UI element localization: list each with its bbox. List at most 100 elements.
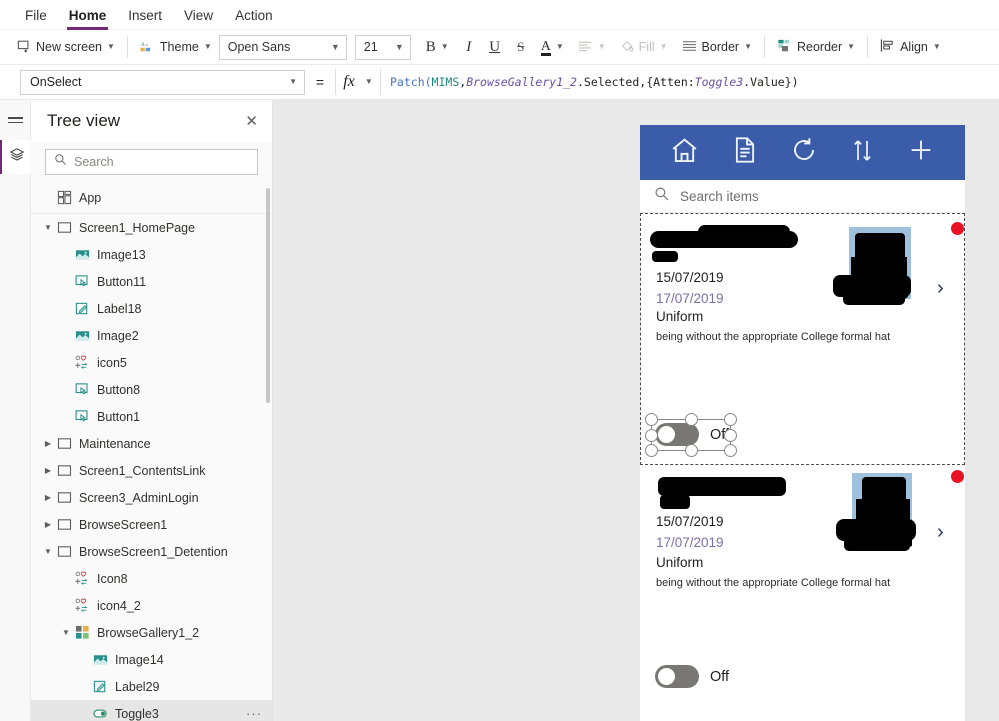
align-objects-label: Align: [900, 40, 928, 54]
tree-item-icon8[interactable]: Icon8: [31, 565, 272, 592]
menu-item-file[interactable]: File: [14, 4, 58, 26]
theme-label: Theme: [159, 40, 199, 54]
tree-item-label: Button8: [97, 382, 141, 397]
tree-item-label: Toggle3: [115, 706, 159, 721]
font-color-button[interactable]: A ▼: [534, 34, 571, 60]
formula-input[interactable]: Patch(MIMS, BrowseGallery1_2 .Selected,{At…: [381, 70, 993, 95]
chevron-right-icon[interactable]: ›: [937, 278, 944, 298]
gallery-item[interactable]: 15/07/2019 17/07/2019 Uniform being with…: [640, 465, 965, 717]
underline-button[interactable]: U: [482, 34, 508, 60]
tree-item-label: Label18: [97, 301, 142, 316]
tree-item-browsescreen1-detention[interactable]: ▼ BrowseScreen1_Detention: [31, 538, 272, 565]
redaction-mark: [843, 289, 905, 305]
toggle-track[interactable]: [655, 665, 699, 688]
chevron-down-icon[interactable]: ▼: [59, 628, 73, 637]
resize-handle-sw[interactable]: [645, 444, 658, 457]
refresh-icon[interactable]: [789, 135, 819, 170]
gallery-item[interactable]: 15/07/2019 17/07/2019 Uniform being with…: [640, 213, 965, 465]
resize-handle-ne[interactable]: [724, 413, 737, 426]
fx-button[interactable]: fx ▼: [335, 69, 381, 95]
tree-view-scrollbar[interactable]: [266, 188, 270, 403]
gallery-date-created: 15/07/2019: [656, 270, 724, 285]
tree-item-toggle3[interactable]: Toggle3 ···: [31, 700, 272, 721]
reorder-button[interactable]: Reorder ▼: [770, 34, 862, 60]
formula-token: Toggle3: [694, 75, 744, 89]
tree-item-image13[interactable]: Image13: [31, 241, 272, 268]
tree-item-maintenance[interactable]: ▶ Maintenance: [31, 430, 272, 457]
font-family-select[interactable]: Open Sans ▼: [218, 34, 347, 60]
tree-item-label: BrowseScreen1_Detention: [79, 544, 228, 559]
screen-icon: [55, 220, 73, 235]
tree-item-label18[interactable]: Label18: [31, 295, 272, 322]
gallery-toggle[interactable]: Off: [655, 665, 729, 688]
property-select[interactable]: OnSelect ▼: [20, 69, 305, 95]
underline-icon: U: [489, 38, 501, 55]
close-icon[interactable]: ✕: [245, 114, 258, 129]
tree-item-app[interactable]: App: [31, 184, 272, 211]
tree-view-rail-tab[interactable]: [0, 140, 31, 174]
home-icon[interactable]: [669, 135, 700, 171]
add-icon[interactable]: [906, 135, 936, 170]
new-screen-button[interactable]: New screen ▼: [10, 34, 122, 60]
italic-button[interactable]: I: [456, 34, 482, 60]
tree-item-browsegallery1-2[interactable]: ▼ BrowseGallery1_2: [31, 619, 272, 646]
icon-icon: [73, 571, 91, 586]
resize-handle-e[interactable]: [724, 428, 737, 442]
tree-item-screen1-homepage[interactable]: ▼ Screen1_HomePage: [31, 214, 272, 241]
layers-icon: [9, 147, 25, 168]
chevron-down-icon: ▼: [364, 77, 373, 86]
chevron-down-icon[interactable]: ▼: [41, 547, 55, 556]
bold-button[interactable]: B ▼: [419, 34, 456, 60]
tree-item-icon5[interactable]: icon5: [31, 349, 272, 376]
chevron-right-icon[interactable]: ▶: [41, 520, 55, 529]
tree-item-button11[interactable]: Button11: [31, 268, 272, 295]
menu-item-action[interactable]: Action: [224, 4, 284, 26]
screen-icon: [55, 517, 73, 532]
tree-item-button8[interactable]: Button8: [31, 376, 272, 403]
align-text-icon: [578, 40, 593, 55]
toggle-track[interactable]: [655, 423, 699, 446]
tree-item-icon4-2[interactable]: icon4_2: [31, 592, 272, 619]
menu-item-home[interactable]: Home: [58, 4, 118, 30]
theme-button[interactable]: A a Theme ▼: [133, 34, 219, 60]
border-button[interactable]: Border ▼: [675, 34, 759, 60]
tree-item-browsescreen1[interactable]: ▶ BrowseScreen1: [31, 511, 272, 538]
menu-item-view[interactable]: View: [173, 4, 224, 26]
tree-item-screen1-contentslink[interactable]: ▶ Screen1_ContentsLink: [31, 457, 272, 484]
tree-item-button1[interactable]: Button1: [31, 403, 272, 430]
font-size-select[interactable]: 21 ▼: [354, 34, 411, 60]
chevron-right-icon[interactable]: ▶: [41, 439, 55, 448]
chevron-down-icon[interactable]: ▼: [41, 223, 55, 232]
chevron-right-icon[interactable]: ▶: [41, 466, 55, 475]
chevron-right-icon[interactable]: ›: [937, 522, 944, 542]
resize-handle-se[interactable]: [724, 444, 737, 457]
equals-sign: =: [315, 74, 325, 90]
align-text-button[interactable]: ▼: [571, 34, 613, 60]
sort-icon[interactable]: [849, 136, 876, 170]
menu-toggle-button[interactable]: [0, 100, 31, 140]
tree-item-image2[interactable]: Image2: [31, 322, 272, 349]
strikethrough-button[interactable]: S: [508, 34, 534, 60]
tree-view-list[interactable]: App ▼ Screen1_HomePage Image13 Button11 Label…: [31, 184, 272, 721]
tree-item-screen3-adminlogin[interactable]: ▶ Screen3_AdminLogin: [31, 484, 272, 511]
gallery-toggle[interactable]: Off: [655, 423, 729, 446]
fill-button[interactable]: Fill ▼: [613, 34, 675, 60]
resize-handle-w[interactable]: [645, 428, 658, 442]
tree-item-label29[interactable]: Label29: [31, 673, 272, 700]
menu-item-insert[interactable]: Insert: [117, 4, 173, 26]
tree-search-wrap: Search: [31, 142, 272, 184]
resize-handle-nw[interactable]: [645, 413, 658, 426]
document-icon[interactable]: [730, 135, 760, 170]
resize-handle-n[interactable]: [684, 413, 698, 426]
align-objects-button[interactable]: Align ▼: [873, 34, 948, 60]
tree-item-label: BrowseGallery1_2: [97, 625, 200, 640]
chevron-down-icon: ▼: [330, 41, 340, 52]
image-icon: [91, 652, 109, 667]
tree-item-image14[interactable]: Image14: [31, 646, 272, 673]
more-options-icon[interactable]: ···: [246, 706, 262, 721]
app-search-bar[interactable]: Search items: [640, 180, 965, 213]
tree-search-box[interactable]: Search: [45, 149, 258, 175]
resize-handle-s[interactable]: [684, 444, 698, 457]
chevron-right-icon[interactable]: ▶: [41, 493, 55, 502]
toggle-knob: [658, 668, 675, 685]
